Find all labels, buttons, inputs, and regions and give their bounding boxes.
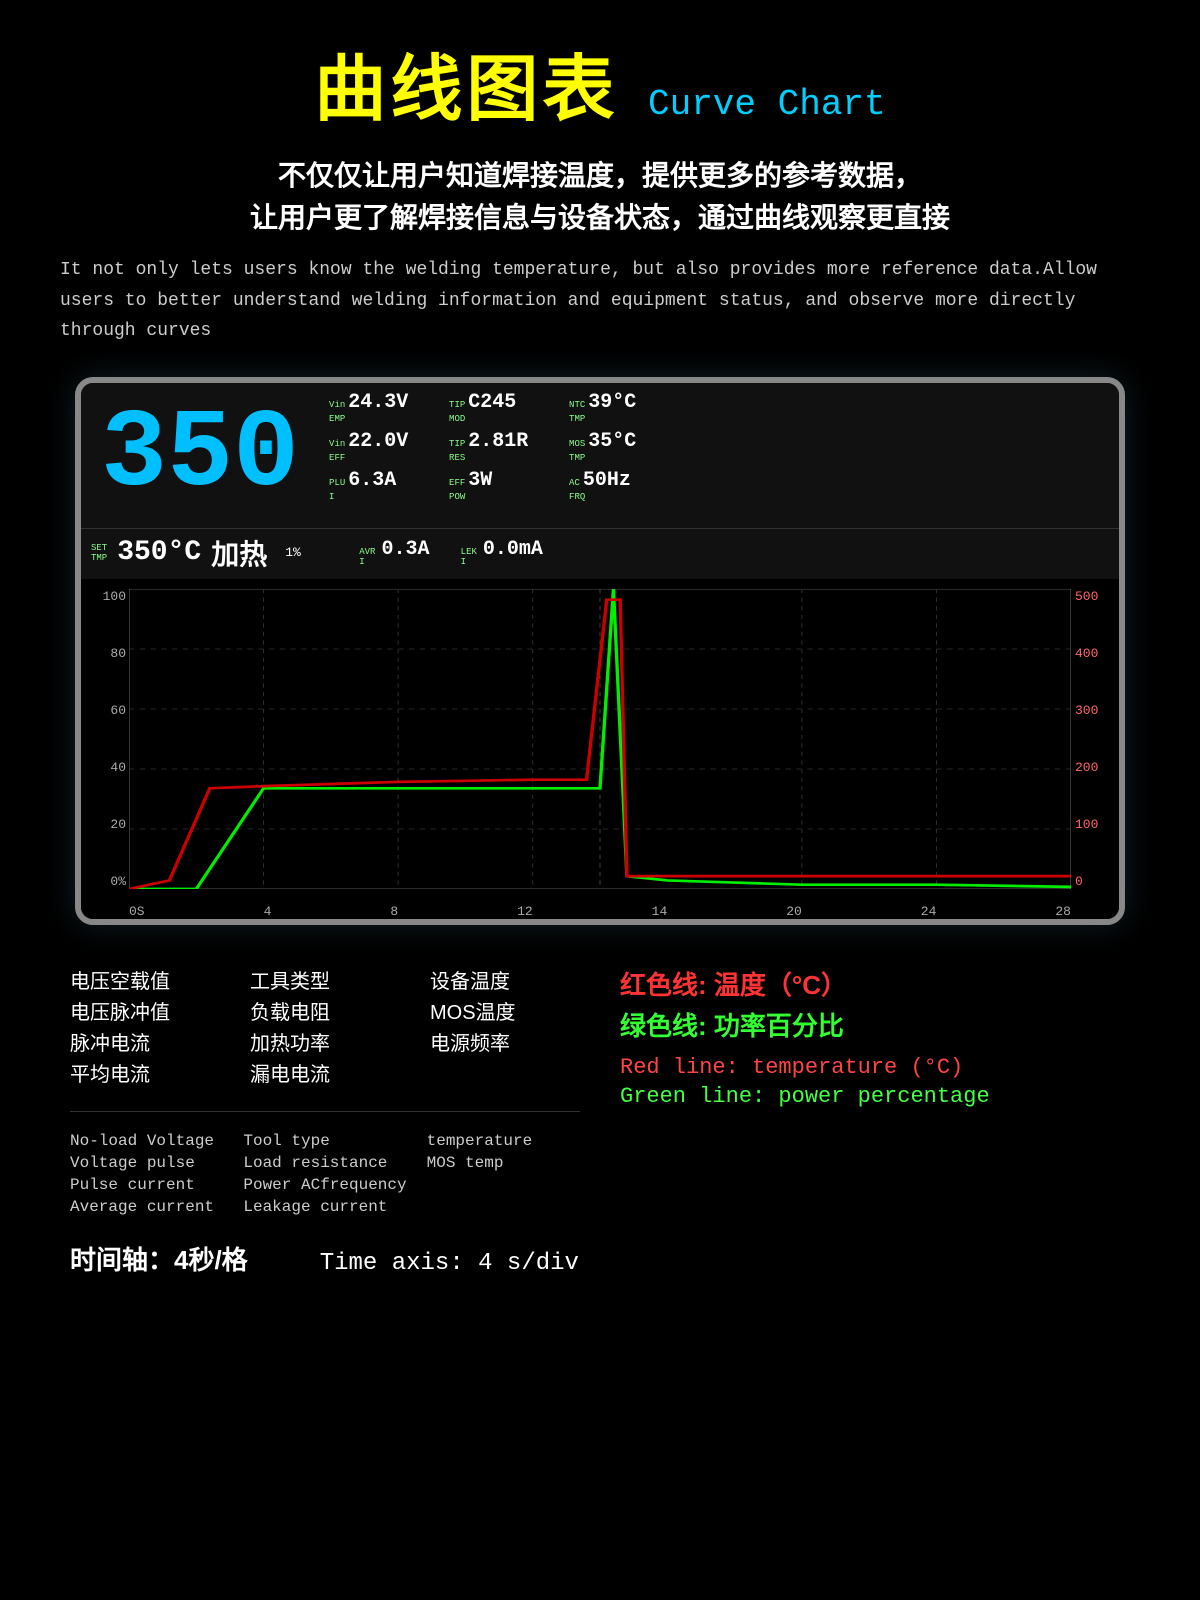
param-en-temperature: temperature [427,1132,580,1150]
tip-res-cell: TIP 2.81R RES [449,430,549,463]
bottom-section: 电压空载值 工具类型 设备温度 电压脉冲值 负载电阻 MOS温度 脉冲电流 加热… [60,965,1140,1277]
bottom-right: 红色线: 温度（°C） 绿色线: 功率百分比 Red line: tempera… [620,965,1130,1277]
set-tmp-value: 350°C [117,537,201,568]
y-tick-0pct: 0% [81,874,126,889]
screen-info-block: Vin 24.3V EMP TIP C245 MOD [319,383,1119,528]
x-tick-0s: 0S [129,904,145,919]
param-en-avg-current: Average current [70,1198,223,1216]
param-ac-freq: 电源频率 [430,1027,580,1056]
set-temp-bar: SET TMP 350°C 加热 1% AVR I 0.3A LEK [81,528,1119,579]
x-tick-4: 4 [264,904,272,919]
percent-indicator: 1% [285,545,301,560]
tip-mod-cell: TIP C245 MOD [449,391,549,424]
y-tick-40: 40 [81,760,126,775]
y-tick-right-0: 0 [1071,874,1116,889]
param-tool-type: 工具类型 [250,965,400,994]
y-tick-right-400: 400 [1071,646,1116,661]
y-tick-80: 80 [81,646,126,661]
chart-svg [129,589,1071,889]
x-tick-8: 8 [390,904,398,919]
x-tick-24: 24 [921,904,937,919]
param-device-temp: 设备温度 [430,965,580,994]
info-row-1: Vin 24.3V EMP TIP C245 MOD [329,391,1109,424]
param-en-no-load: No-load Voltage [70,1132,223,1150]
param-mos-temp: MOS温度 [430,996,580,1025]
time-axis-chinese: 时间轴：4秒/格 [70,1245,248,1275]
screen-wrapper: 350 Vin 24.3V EMP [60,377,1140,925]
title-english: Curve Chart [648,84,886,125]
info-row-2: Vin 22.0V EFF TIP 2.81R RES [329,430,1109,463]
param-power: 加热功率 [250,1027,400,1056]
ac-frq-cell: AC 50Hz FRQ [569,469,669,502]
y-tick-20: 20 [81,817,126,832]
y-tick-right-300: 300 [1071,703,1116,718]
data-params-english: No-load Voltage Tool type temperature Vo… [70,1132,580,1216]
param-en-ac-frequency: Power ACfrequency [243,1176,406,1194]
vin-eff-cell: Vin 22.0V EFF [329,430,429,463]
subtitle-chinese: 不仅仅让用户知道焊接温度，提供更多的参考数据， 让用户更了解焊接信息与设备状态，… [60,155,1140,239]
plu-i-cell: PLU 6.3A I [329,469,429,502]
param-avg-current: 平均电流 [70,1058,220,1087]
title-chinese: 曲线图表 [314,50,618,130]
info-row-3: PLU 6.3A I EFF 3W POW [329,469,1109,502]
x-axis: 0S 4 8 12 14 20 24 28 [129,904,1071,919]
y-tick-right-500: 500 [1071,589,1116,604]
time-axis-english: Time axis: 4 s/div [320,1250,579,1277]
big-temp-display: 350 [81,383,319,528]
param-leakage: 漏电电流 [250,1058,400,1087]
description-english: It not only lets users know the welding … [60,255,1140,347]
legend-red-chinese: 红色线: 温度（°C） [620,965,1130,1002]
heating-label: 加热 [211,533,267,573]
data-params-chinese: 电压空载值 工具类型 设备温度 电压脉冲值 负载电阻 MOS温度 脉冲电流 加热… [70,965,580,1087]
param-en-mos-temp: MOS temp [427,1154,580,1172]
eff-pow-cell: EFF 3W POW [449,469,549,502]
screen-display: 350 Vin 24.3V EMP [75,377,1125,925]
param-en-voltage-pulse: Voltage pulse [70,1154,223,1172]
chart-area: 0% 20 40 60 80 100 0 100 200 300 400 500 [81,579,1119,919]
legend-green-english: Green line: power percentage [620,1084,1130,1109]
header-title: 曲线图表 Curve Chart [60,30,1140,135]
y-tick-right-100: 100 [1071,817,1116,832]
x-tick-20: 20 [786,904,802,919]
x-tick-28: 28 [1055,904,1071,919]
mos-tmp-cell: MOS 35°C TMP [569,430,669,463]
ntc-tmp-cell: NTC 39°C TMP [569,391,669,424]
param-no-load: 电压空载值 [70,965,220,994]
legend-green-chinese: 绿色线: 功率百分比 [620,1006,1130,1043]
param-en-pulse-current: Pulse current [70,1176,223,1194]
chart-svg-container [129,589,1071,889]
bottom-left: 电压空载值 工具类型 设备温度 电压脉冲值 负载电阻 MOS温度 脉冲电流 加热… [70,965,580,1277]
y-tick-100: 100 [81,589,126,604]
divider [70,1111,580,1112]
screen-top: 350 Vin 24.3V EMP [81,383,1119,528]
vin-emp-cell: Vin 24.3V EMP [329,391,429,424]
page-container: 曲线图表 Curve Chart 不仅仅让用户知道焊接温度，提供更多的参考数据，… [0,0,1200,1307]
param-en-leakage: Leakage current [243,1198,406,1216]
param-voltage-pulse: 电压脉冲值 [70,996,220,1025]
param-pulse-current: 脉冲电流 [70,1027,220,1056]
legend-red-english: Red line: temperature (°C) [620,1055,1130,1080]
param-load-resistance: 负载电阻 [250,996,400,1025]
param-en-load-resistance: Load resistance [243,1154,406,1172]
y-tick-right-200: 200 [1071,760,1116,775]
y-tick-60: 60 [81,703,126,718]
time-axis-section: 时间轴：4秒/格 Time axis: 4 s/div [70,1240,580,1277]
x-tick-12: 12 [517,904,533,919]
param-en-tool-type: Tool type [243,1132,406,1150]
param-empty [430,1058,580,1087]
x-tick-14: 14 [652,904,668,919]
